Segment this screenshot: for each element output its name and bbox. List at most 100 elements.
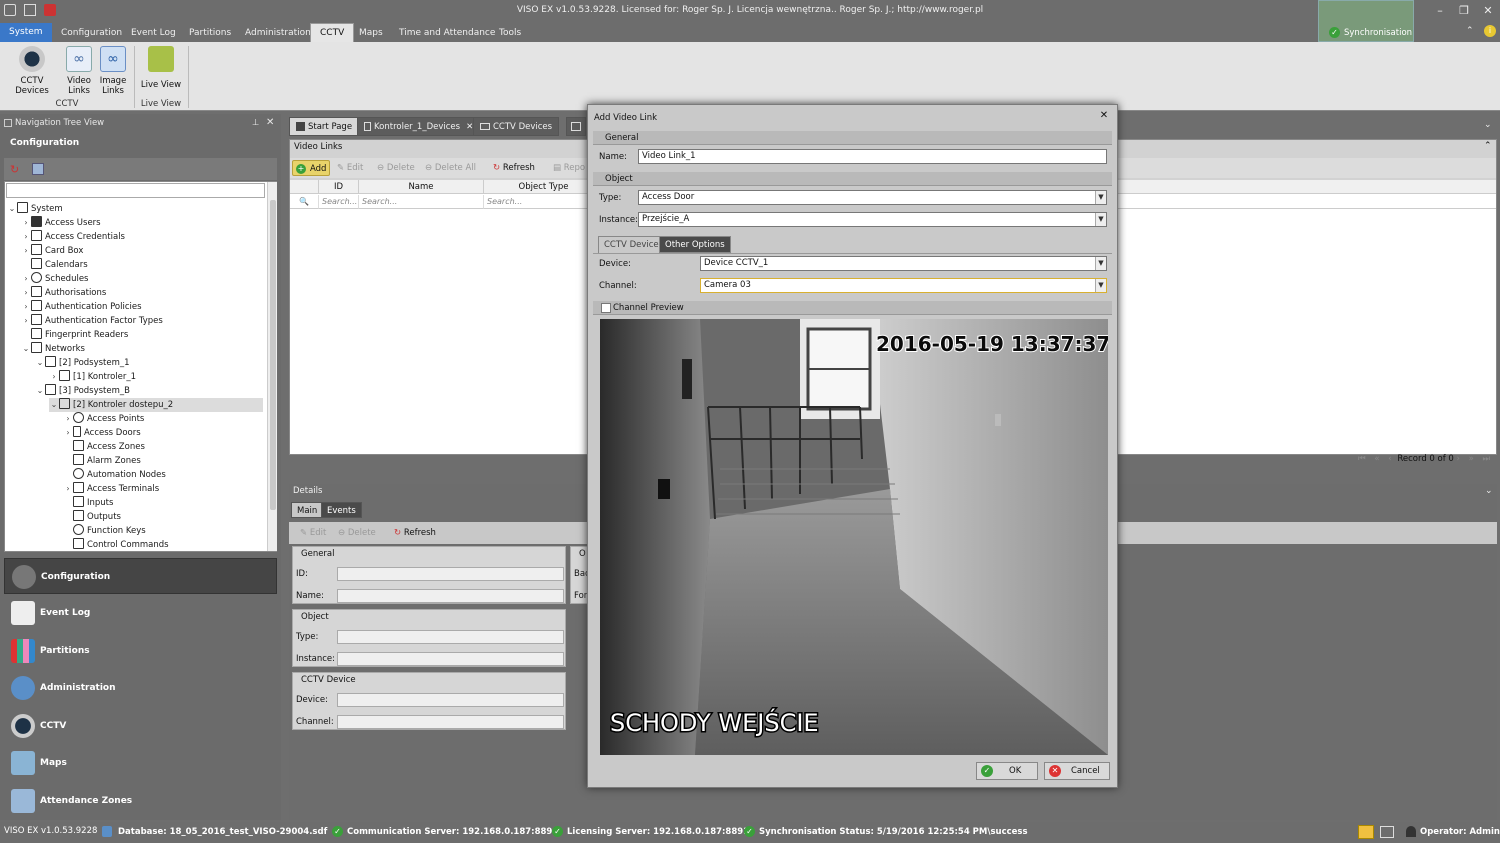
menu-partitions[interactable]: Partitions — [180, 25, 240, 42]
search-id-input[interactable]: Search... — [319, 195, 359, 209]
cancel-button[interactable]: ✕ Cancel — [1044, 762, 1110, 780]
minimize-button[interactable]: – — [1430, 3, 1450, 19]
tree-item-schedules[interactable]: › Schedules — [21, 272, 89, 286]
tab-events[interactable]: Events — [321, 502, 362, 518]
tree-item-calendars[interactable]: Calendars — [21, 258, 88, 272]
menu-event-log[interactable]: Event Log — [122, 25, 185, 42]
dialog-channel-select[interactable]: Camera 03 ▼ — [700, 278, 1107, 293]
tree-item-control-commands[interactable]: Control Commands — [63, 538, 169, 552]
tab-video-links[interactable] — [566, 117, 586, 136]
live-view-button[interactable]: Live View — [140, 46, 182, 90]
details-channel-field[interactable] — [337, 715, 564, 729]
details-device-field[interactable] — [337, 693, 564, 707]
tree-item-access-doors[interactable]: › Access Doors — [63, 426, 141, 440]
menu-administration[interactable]: Administration — [236, 25, 320, 42]
search-object-type-input[interactable]: Search... — [484, 195, 604, 209]
module-cctv[interactable]: CCTV — [4, 708, 277, 744]
tree-scrollbar[interactable] — [267, 182, 277, 551]
tree-item-inputs[interactable]: Inputs — [63, 496, 113, 510]
tree-item-access-points[interactable]: › Access Points — [63, 412, 144, 426]
delete-all-button[interactable]: ⊖ Delete All — [422, 160, 479, 176]
module-administration[interactable]: Administration — [4, 670, 277, 706]
dialog-instance-select[interactable]: Przejście_A ▼ — [638, 212, 1107, 227]
details-instance-field[interactable] — [337, 652, 564, 666]
column-header-object-type[interactable]: Object Type — [484, 180, 604, 194]
tab-kontroler-devices[interactable]: Kontroler_1_Devices ✕ — [357, 117, 481, 136]
column-header-id[interactable]: ID — [319, 180, 359, 194]
module-maps[interactable]: Maps — [4, 745, 277, 781]
image-links-button[interactable]: ∞ Image Links — [96, 46, 130, 96]
menu-configuration[interactable]: Configuration — [52, 25, 131, 42]
tree-item-kontroler-dostepu-2[interactable]: ⌄ [2] Kontroler dostepu_2 — [49, 398, 263, 412]
ribbon-collapse-icon[interactable]: ⌃ — [1466, 26, 1474, 36]
delete-button[interactable]: ⊖ Delete — [374, 160, 418, 176]
tree-item-authentication-policies[interactable]: › Authentication Policies — [21, 300, 142, 314]
module-configuration[interactable]: Configuration — [4, 558, 277, 594]
cctv-devices-button[interactable]: CCTV Devices — [4, 46, 60, 96]
pin-icon[interactable]: ⊥ — [252, 118, 259, 128]
restore-button[interactable]: ❐ — [1454, 3, 1474, 19]
close-panel-icon[interactable]: ✕ — [266, 117, 274, 128]
details-edit-button[interactable]: ✎ Edit — [297, 525, 329, 541]
tree-item-authentication-factor-types[interactable]: › Authentication Factor Types — [21, 314, 163, 328]
layout-icon[interactable] — [1358, 825, 1374, 839]
tree-item-authorisations[interactable]: › Authorisations — [21, 286, 106, 300]
collapse-panel-icon[interactable]: ⌃ — [1484, 141, 1492, 151]
menu-maps[interactable]: Maps — [350, 25, 392, 42]
collapse-details-icon[interactable]: ⌄ — [1485, 486, 1493, 496]
dialog-device-select[interactable]: Device CCTV_1 ▼ — [700, 256, 1107, 271]
tab-list-icon[interactable]: ⌄ — [1484, 120, 1492, 130]
dialog-name-input[interactable]: Video Link_1 — [638, 149, 1107, 164]
report-button[interactable]: ▤ Repo — [550, 160, 588, 176]
keyboard-icon[interactable] — [1380, 826, 1394, 838]
close-window-button[interactable]: ✕ — [1478, 3, 1498, 19]
edit-button[interactable]: ✎ Edit — [334, 160, 366, 176]
tree-item-kontroler-1[interactable]: › [1] Kontroler_1 — [49, 370, 136, 384]
tree-item-fingerprint-readers[interactable]: Fingerprint Readers — [21, 328, 128, 342]
module-partitions[interactable]: Partitions — [4, 633, 277, 669]
expand-tree-icon[interactable] — [32, 163, 44, 175]
tree-item-system[interactable]: ⌄ System — [7, 202, 63, 216]
details-id-field[interactable] — [337, 567, 564, 581]
details-name-field[interactable] — [337, 589, 564, 603]
save-icon[interactable] — [24, 4, 36, 16]
tree-item-access-users[interactable]: › Access Users — [21, 216, 101, 230]
dialog-type-select[interactable]: Access Door ▼ — [638, 190, 1107, 205]
pager-next-last-icon[interactable]: › » ⏭ — [1457, 454, 1494, 464]
search-name-input[interactable]: Search... — [359, 195, 484, 209]
tree-item-card-box[interactable]: › Card Box — [21, 244, 83, 258]
tab-main[interactable]: Main — [291, 502, 324, 518]
tree-item-networks[interactable]: ⌄ Networks — [21, 342, 85, 356]
module-event-log[interactable]: Event Log — [4, 595, 277, 631]
refresh-tree-icon[interactable]: ↻ — [10, 163, 22, 176]
tree-item-access-credentials[interactable]: › Access Credentials — [21, 230, 125, 244]
add-button[interactable]: + Add — [292, 160, 331, 176]
module-attendance-zones[interactable]: Attendance Zones — [4, 783, 277, 819]
dialog-tab-other-options[interactable]: Other Options — [659, 236, 731, 253]
tree-item-access-terminals[interactable]: › Access Terminals — [63, 482, 159, 496]
tree-item-alarm-zones[interactable]: Alarm Zones — [63, 454, 141, 468]
ok-button[interactable]: ✓ OK — [976, 762, 1038, 780]
dialog-tab-cctv-device[interactable]: CCTV Device — [598, 236, 665, 253]
tree-item-function-keys[interactable]: Function Keys — [63, 524, 146, 538]
tab-cctv-devices[interactable]: CCTV Devices — [473, 117, 560, 136]
menu-tools[interactable]: Tools — [490, 25, 530, 42]
menu-time-attendance[interactable]: Time and Attendance — [390, 25, 504, 42]
tree-item-access-zones[interactable]: Access Zones — [63, 440, 145, 454]
sync-indicator[interactable]: ✓ Synchronisation — [1318, 0, 1414, 42]
pager-first-prev-icon[interactable]: ⏮ « ‹ — [1358, 454, 1395, 464]
details-refresh-button[interactable]: ↻ Refresh — [391, 525, 439, 541]
tree-item-podsystem-b[interactable]: ⌄ [3] Podsystem_B — [35, 384, 130, 398]
tree-item-outputs[interactable]: Outputs — [63, 510, 121, 524]
tree-item-automation-nodes[interactable]: Automation Nodes — [63, 468, 166, 482]
refresh-button[interactable]: ↻ Refresh — [490, 160, 538, 176]
details-delete-button[interactable]: ⊖ Delete — [335, 525, 379, 541]
details-type-field[interactable] — [337, 630, 564, 644]
dialog-close-button[interactable]: ✕ — [1096, 110, 1112, 124]
menu-cctv[interactable]: CCTV — [310, 23, 355, 42]
tab-start-page[interactable]: Start Page — [289, 117, 360, 136]
menu-system[interactable]: System — [0, 23, 52, 42]
tree-search-input[interactable] — [6, 183, 265, 198]
video-links-button[interactable]: ∞ Video Links — [62, 46, 96, 96]
info-icon[interactable]: i — [1484, 25, 1496, 37]
